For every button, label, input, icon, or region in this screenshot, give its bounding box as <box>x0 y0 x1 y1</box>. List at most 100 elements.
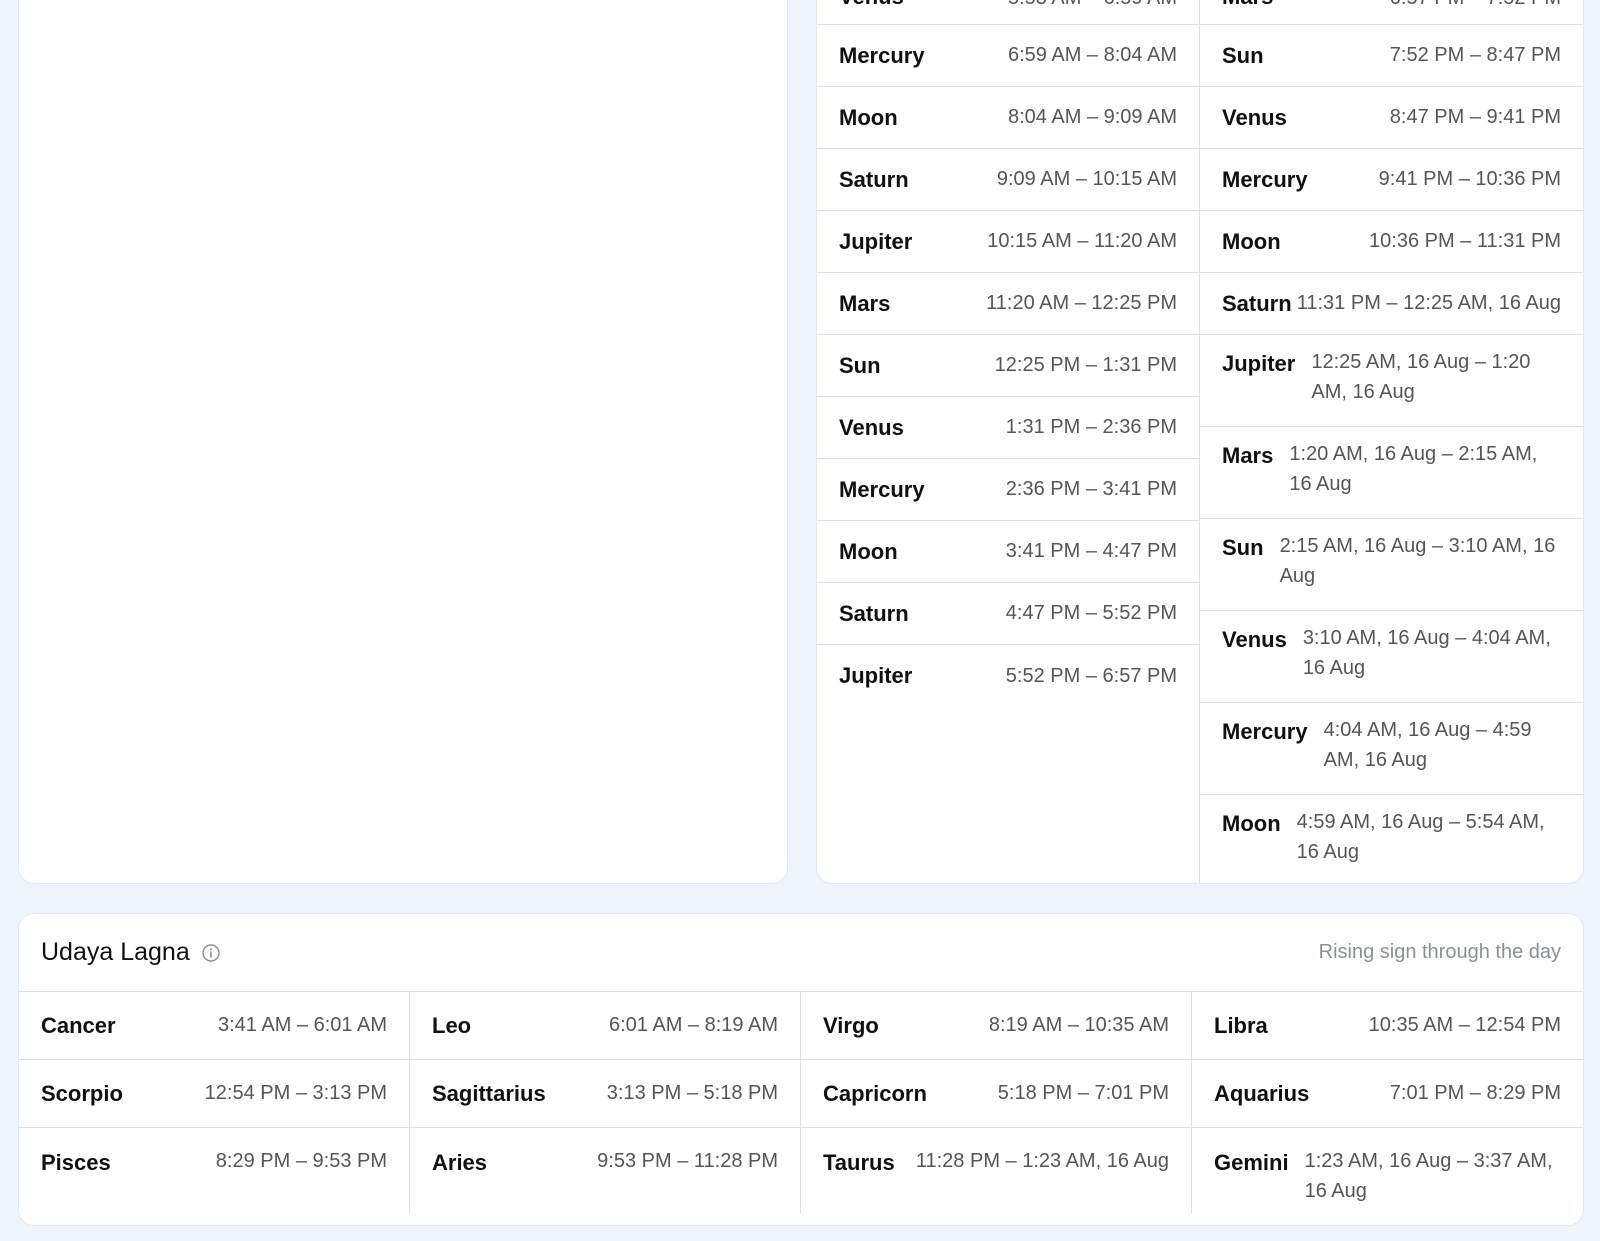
hora-row: Venus 3:10 AM, 16 Aug – 4:04 AM, 16 Aug <box>1200 611 1583 703</box>
lagna-time: 5:18 PM – 7:01 PM <box>997 1082 1169 1104</box>
lagna-title: Udaya Lagna <box>41 938 190 966</box>
lagna-cell: Virgo 8:19 AM – 10:35 AM <box>801 992 1192 1060</box>
hora-time: 6:57 PM – 7:52 PM <box>1390 0 1561 10</box>
lagna-time: 10:35 AM – 12:54 PM <box>1368 1014 1561 1036</box>
lagna-cell: Leo 6:01 AM – 8:19 AM <box>410 992 801 1060</box>
lagna-title-group: Udaya Lagna <box>41 938 220 967</box>
hora-planet: Mercury <box>839 42 925 68</box>
lagna-cell: Pisces 8:29 PM – 9:53 PM <box>19 1128 410 1214</box>
lagna-time: 7:01 PM – 8:29 PM <box>1389 1082 1561 1104</box>
hora-night-column: Mars 6:57 PM – 7:52 PM Sun 7:52 PM – 8:4… <box>1200 0 1583 883</box>
hora-row: Saturn 9:09 AM – 10:15 AM <box>817 149 1199 211</box>
hora-planet: Moon <box>1222 811 1281 836</box>
hora-row: Venus 1:31 PM – 2:36 PM <box>817 397 1199 459</box>
hora-table-card: Venus 5:53 AM – 6:59 AM Mercury 6:59 AM … <box>816 0 1584 884</box>
hora-planet: Sun <box>1222 42 1264 68</box>
lagna-sign: Aquarius <box>1214 1080 1310 1106</box>
lagna-sign: Gemini <box>1214 1150 1289 1175</box>
hora-planet: Jupiter <box>839 228 913 254</box>
hora-time: 9:09 AM – 10:15 AM <box>996 168 1177 190</box>
hora-time: 7:52 PM – 8:47 PM <box>1389 44 1561 66</box>
lagna-cell: Aries 9:53 PM – 11:28 PM <box>410 1128 801 1214</box>
hora-row: Saturn 11:31 PM – 12:25 AM, 16 Aug <box>1200 273 1583 335</box>
hora-planet: Moon <box>839 104 898 130</box>
hora-time: 5:53 AM – 6:59 AM <box>1008 0 1177 10</box>
hora-planet: Mars <box>1222 0 1273 10</box>
hora-row: Moon 10:36 PM – 11:31 PM <box>1200 211 1583 273</box>
hora-planet: Venus <box>1222 627 1287 652</box>
lagna-time: 8:19 AM – 10:35 AM <box>988 1014 1169 1036</box>
hora-planet: Mercury <box>1222 166 1308 192</box>
lagna-header: Udaya Lagna Rising sign through the day <box>19 914 1583 992</box>
lagna-grid: Cancer 3:41 AM – 6:01 AM Leo 6:01 AM – 8… <box>19 992 1583 1214</box>
hora-row: Mercury 6:59 AM – 8:04 AM <box>817 25 1199 87</box>
hora-row: Sun 2:15 AM, 16 Aug – 3:10 AM, 16 Aug <box>1200 519 1583 611</box>
lagna-cell: Gemini 1:23 AM, 16 Aug – 3:37 AM, 16 Aug <box>1192 1128 1583 1214</box>
hora-planet: Mercury <box>1222 719 1308 744</box>
hora-planet: Mars <box>839 290 891 316</box>
lagna-sign: Pisces <box>41 1150 111 1175</box>
hora-row: Jupiter 10:15 AM – 11:20 AM <box>817 211 1199 273</box>
hora-row: Mercury 2:36 PM – 3:41 PM <box>817 459 1199 521</box>
hora-row: Moon 4:59 AM, 16 Aug – 5:54 AM, 16 Aug <box>1200 795 1583 883</box>
lagna-time: 1:23 AM, 16 Aug – 3:37 AM, 16 Aug <box>1304 1150 1553 1202</box>
lagna-sign: Libra <box>1214 1012 1268 1038</box>
hora-time: 1:31 PM – 2:36 PM <box>1005 416 1177 438</box>
lagna-sign: Scorpio <box>41 1080 123 1106</box>
hora-planet: Moon <box>839 538 898 564</box>
hora-row: Mars 6:57 PM – 7:52 PM <box>1200 0 1583 25</box>
hora-planet: Moon <box>1222 228 1281 254</box>
hora-time: 1:20 AM, 16 Aug – 2:15 AM, 16 Aug <box>1289 443 1538 495</box>
hora-time: 11:31 PM – 12:25 AM, 16 Aug <box>1296 292 1561 314</box>
hora-row: Venus 5:53 AM – 6:59 AM <box>817 0 1199 25</box>
hora-time: 5:52 PM – 6:57 PM <box>1005 664 1177 687</box>
hora-time: 3:10 AM, 16 Aug – 4:04 AM, 16 Aug <box>1302 627 1551 679</box>
lagna-sign: Taurus <box>823 1150 895 1175</box>
lagna-time: 3:13 PM – 5:18 PM <box>606 1082 778 1104</box>
hora-time: 2:36 PM – 3:41 PM <box>1005 478 1177 500</box>
hora-row: Mars 11:20 AM – 12:25 PM <box>817 273 1199 335</box>
info-icon[interactable] <box>202 943 220 962</box>
lagna-cell: Capricorn 5:18 PM – 7:01 PM <box>801 1060 1192 1128</box>
lagna-time: 6:01 AM – 8:19 AM <box>609 1014 778 1036</box>
hora-row: Sun 7:52 PM – 8:47 PM <box>1200 25 1583 87</box>
hora-planet: Sun <box>1222 535 1264 560</box>
hora-time: 10:36 PM – 11:31 PM <box>1369 230 1561 252</box>
lagna-cell: Sagittarius 3:13 PM – 5:18 PM <box>410 1060 801 1128</box>
lagna-sign: Virgo <box>823 1012 879 1038</box>
hora-time: 11:20 AM – 12:25 PM <box>986 292 1177 314</box>
hora-row: Mars 1:20 AM, 16 Aug – 2:15 AM, 16 Aug <box>1200 427 1583 519</box>
lagna-sign: Sagittarius <box>432 1080 546 1106</box>
lagna-sign: Cancer <box>41 1012 116 1038</box>
hora-time: 4:04 AM, 16 Aug – 4:59 AM, 16 Aug <box>1323 719 1532 771</box>
hora-row: Mercury 4:04 AM, 16 Aug – 4:59 AM, 16 Au… <box>1200 703 1583 795</box>
hora-planet: Venus <box>839 414 904 440</box>
hora-row: Venus 8:47 PM – 9:41 PM <box>1200 87 1583 149</box>
hora-planet: Saturn <box>839 166 909 192</box>
hora-row: Jupiter 12:25 AM, 16 Aug – 1:20 AM, 16 A… <box>1200 335 1583 427</box>
hora-planet: Saturn <box>1222 290 1292 316</box>
lagna-cell: Libra 10:35 AM – 12:54 PM <box>1192 992 1583 1060</box>
hora-time: 10:15 AM – 11:20 AM <box>987 230 1177 252</box>
left-panel-card <box>18 0 788 884</box>
lagna-time: 12:54 PM – 3:13 PM <box>204 1082 387 1104</box>
hora-time: 12:25 PM – 1:31 PM <box>994 354 1177 376</box>
hora-time: 8:04 AM – 9:09 AM <box>1008 106 1177 128</box>
hora-row: Mercury 9:41 PM – 10:36 PM <box>1200 149 1583 211</box>
lagna-cell: Cancer 3:41 AM – 6:01 AM <box>19 992 410 1060</box>
hora-time: 9:41 PM – 10:36 PM <box>1378 168 1561 190</box>
lagna-time: 3:41 AM – 6:01 AM <box>218 1014 387 1036</box>
lagna-time: 9:53 PM – 11:28 PM <box>597 1150 778 1172</box>
udaya-lagna-card: Udaya Lagna Rising sign through the day … <box>18 913 1584 1226</box>
hora-planet: Mercury <box>839 476 925 502</box>
lagna-subtitle: Rising sign through the day <box>1318 941 1561 963</box>
hora-row: Sun 12:25 PM – 1:31 PM <box>817 335 1199 397</box>
hora-planet: Venus <box>1222 104 1287 130</box>
lagna-cell: Taurus 11:28 PM – 1:23 AM, 16 Aug <box>801 1128 1192 1214</box>
lagna-cell: Scorpio 12:54 PM – 3:13 PM <box>19 1060 410 1128</box>
hora-time: 6:59 AM – 8:04 AM <box>1008 44 1177 66</box>
lagna-sign: Capricorn <box>823 1080 927 1106</box>
hora-row: Moon 3:41 PM – 4:47 PM <box>817 521 1199 583</box>
lagna-sign: Aries <box>432 1150 488 1175</box>
hora-planet: Mars <box>1222 443 1274 468</box>
